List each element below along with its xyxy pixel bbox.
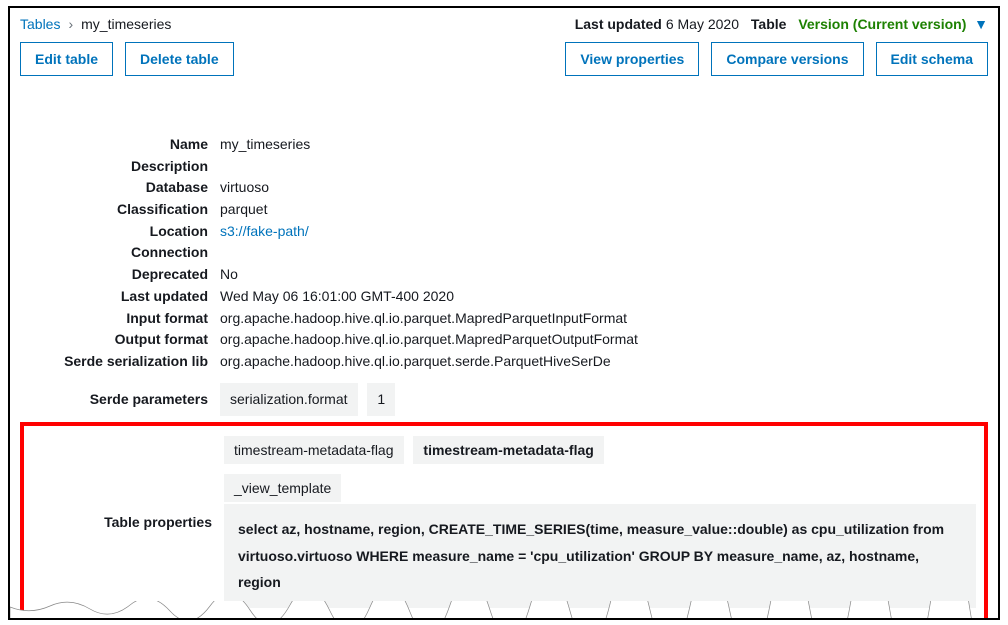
- input-format-value: org.apache.hadoop.hive.ql.io.parquet.Map…: [220, 308, 988, 330]
- row-input-format: Input format org.apache.hadoop.hive.ql.i…: [20, 308, 988, 330]
- row-description: Description: [20, 156, 988, 178]
- compare-versions-button[interactable]: Compare versions: [711, 42, 863, 76]
- view-properties-button[interactable]: View properties: [565, 42, 699, 76]
- row-serde-params: Serde parameters serialization.format 1: [20, 383, 988, 417]
- lastupdated-label: Last updated: [20, 286, 220, 308]
- database-value: virtuoso: [220, 177, 988, 199]
- button-bar: Edit table Delete table View properties …: [20, 42, 988, 76]
- output-format-label: Output format: [20, 329, 220, 351]
- location-link[interactable]: s3://fake-path/: [220, 223, 309, 239]
- version-label: Version (Current version): [798, 16, 966, 32]
- details-panel: Name my_timeseries Description Database …: [20, 134, 988, 620]
- lastupdated-value: Wed May 06 16:01:00 GMT-400 2020: [220, 286, 988, 308]
- connection-label: Connection: [20, 242, 220, 264]
- serde-lib-value: org.apache.hadoop.hive.ql.io.parquet.ser…: [220, 351, 988, 373]
- row-output-format: Output format org.apache.hadoop.hive.ql.…: [20, 329, 988, 351]
- row-deprecated: Deprecated No: [20, 264, 988, 286]
- database-label: Database: [20, 177, 220, 199]
- row-database: Database virtuoso: [20, 177, 988, 199]
- serde-lib-label: Serde serialization lib: [20, 351, 220, 373]
- table-properties-highlight: Table properties timestream-metadata-fla…: [20, 422, 988, 620]
- prop-view-template-key: _view_template: [224, 474, 341, 502]
- input-format-label: Input format: [20, 308, 220, 330]
- breadcrumb-separator-icon: ›: [68, 16, 73, 32]
- version-dropdown[interactable]: Version (Current version) ▼: [798, 16, 988, 32]
- delete-table-button[interactable]: Delete table: [125, 42, 234, 76]
- location-label: Location: [20, 221, 220, 243]
- row-location: Location s3://fake-path/: [20, 221, 988, 243]
- prop-view-template-value: select az, hostname, region, CREATE_TIME…: [224, 504, 976, 608]
- topbar: Tables › my_timeseries Last updated 6 Ma…: [20, 16, 988, 32]
- description-label: Description: [20, 156, 220, 178]
- classification-label: Classification: [20, 199, 220, 221]
- row-classification: Classification parquet: [20, 199, 988, 221]
- row-connection: Connection: [20, 242, 988, 264]
- name-label: Name: [20, 134, 220, 156]
- serde-params-label: Serde parameters: [20, 389, 220, 411]
- row-name: Name my_timeseries: [20, 134, 988, 156]
- torn-edge-icon: [10, 601, 1000, 619]
- last-updated-label: Last updated: [575, 16, 662, 32]
- row-last-updated: Last updated Wed May 06 16:01:00 GMT-400…: [20, 286, 988, 308]
- output-format-value: org.apache.hadoop.hive.ql.io.parquet.Map…: [220, 329, 988, 351]
- classification-value: parquet: [220, 199, 988, 221]
- meta-info: Last updated 6 May 2020 Table Version (C…: [575, 16, 988, 32]
- deprecated-label: Deprecated: [20, 264, 220, 286]
- table-label: Table: [751, 16, 787, 32]
- serde-param-key: serialization.format: [220, 383, 358, 417]
- breadcrumb: Tables › my_timeseries: [20, 16, 171, 32]
- edit-schema-button[interactable]: Edit schema: [876, 42, 988, 76]
- breadcrumb-root[interactable]: Tables: [20, 16, 60, 32]
- row-serde-lib: Serde serialization lib org.apache.hadoo…: [20, 351, 988, 373]
- prop-flag-key: timestream-metadata-flag: [224, 436, 404, 464]
- last-updated-value: 6 May 2020: [666, 16, 739, 32]
- breadcrumb-current: my_timeseries: [81, 16, 171, 32]
- deprecated-value: No: [220, 264, 988, 286]
- name-value: my_timeseries: [220, 134, 988, 156]
- edit-table-button[interactable]: Edit table: [20, 42, 113, 76]
- serde-param-val: 1: [367, 383, 395, 417]
- table-props-label: Table properties: [32, 514, 224, 530]
- prop-flag-val: timestream-metadata-flag: [413, 436, 603, 464]
- chevron-down-icon: ▼: [974, 16, 988, 32]
